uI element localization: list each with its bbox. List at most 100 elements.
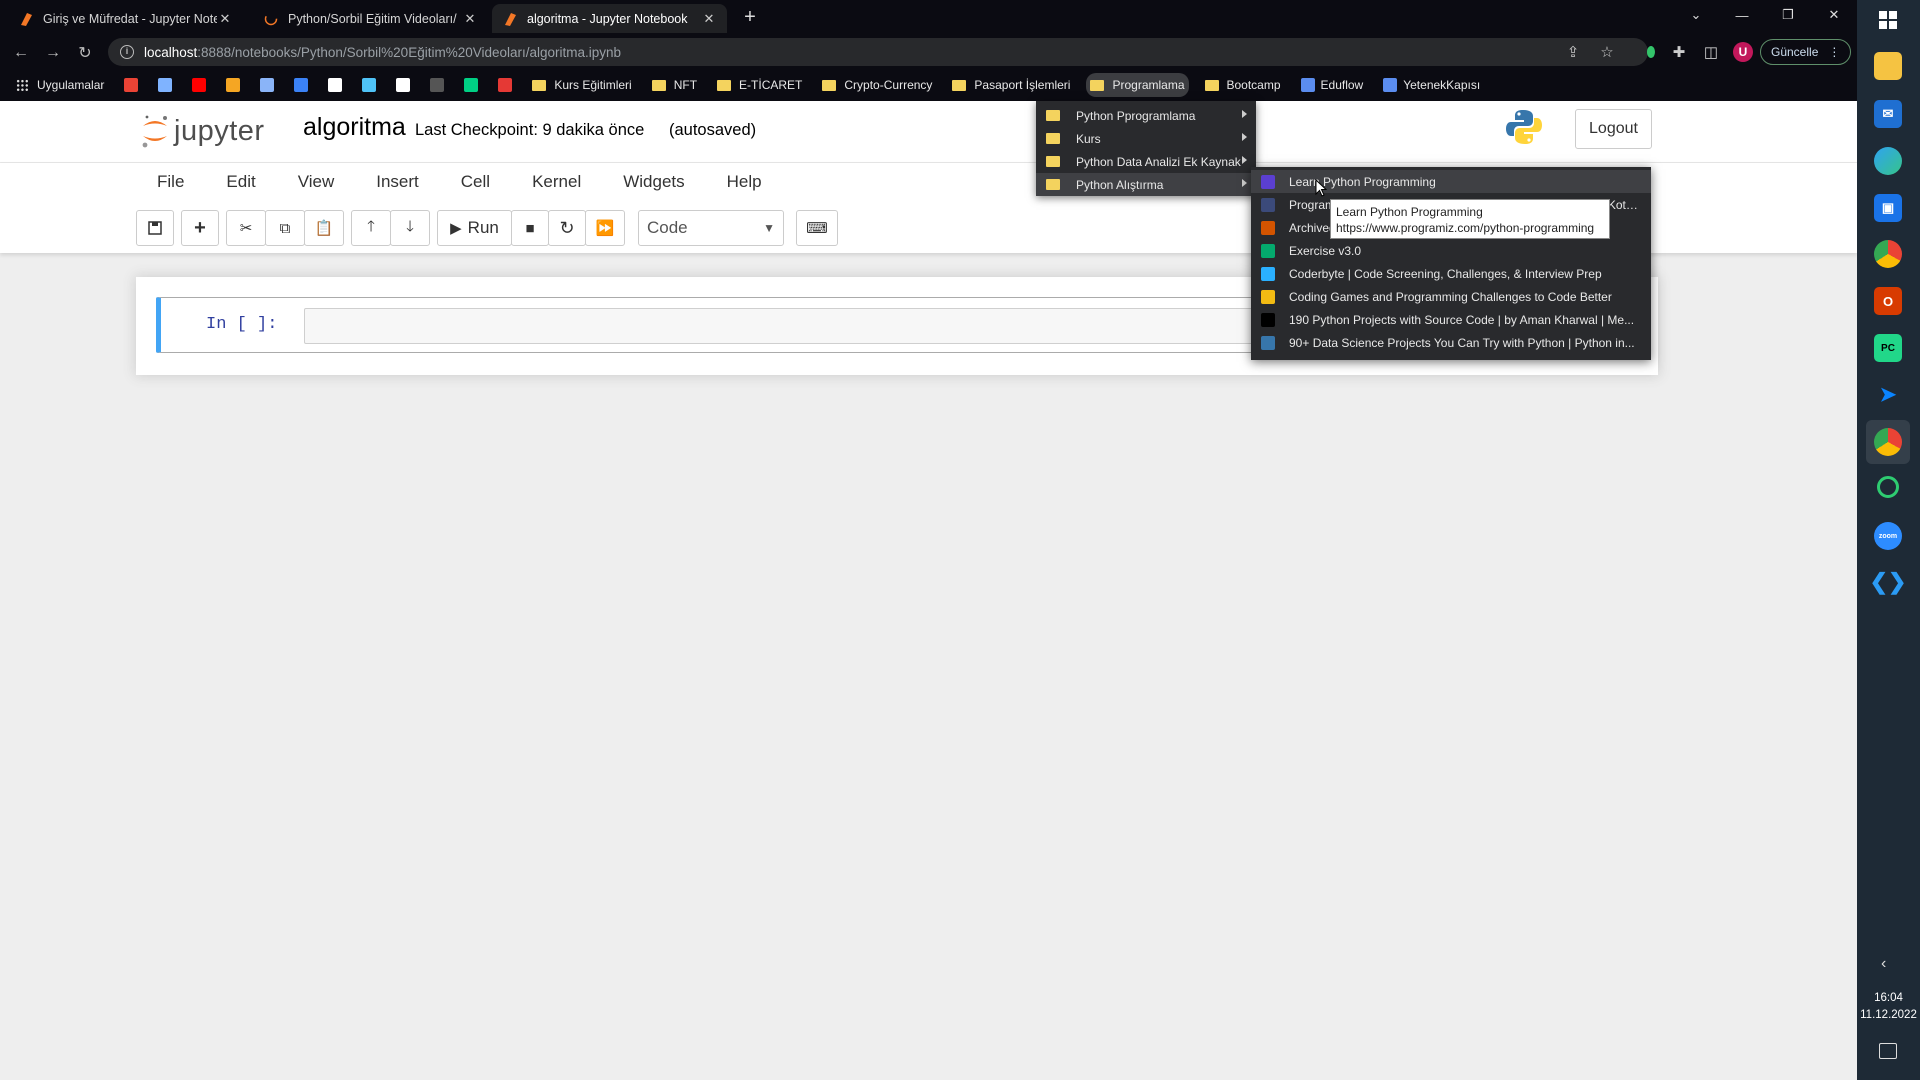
bookmark-menu-item[interactable]: Coderbyte | Code Screening, Challenges, … (1251, 262, 1651, 285)
bookmark-kurs-eğitimleri[interactable]: Kurs Eğitimleri (528, 73, 635, 97)
notification-icon[interactable] (1879, 1043, 1897, 1059)
chrome-icon[interactable] (1874, 240, 1902, 268)
copy-icon[interactable]: ⧉ (265, 210, 305, 246)
tab-algoritma[interactable]: algoritma - Jupyter Notebook ✕ (492, 4, 727, 33)
chevron-left-icon[interactable]: ‹ (1881, 955, 1886, 973)
bookmark-programlama[interactable]: Programlama (1086, 73, 1189, 97)
folder-icon (1046, 133, 1060, 144)
menu-file[interactable]: File (136, 172, 205, 192)
bookmark-site-2[interactable] (154, 73, 176, 97)
bookmark-uygulamalar[interactable]: Uygulamalar (12, 73, 108, 97)
bookmark-site-11[interactable] (460, 73, 482, 97)
reload-icon[interactable]: ↻ (72, 40, 98, 66)
star-icon[interactable]: ☆ (1596, 41, 1618, 63)
tab-giris[interactable]: Giriş ve Müfredat - Jupyter Note ✕ (8, 4, 243, 33)
mail-icon[interactable]: ✉ (1874, 100, 1902, 128)
bookmark-e-ti-caret[interactable]: E-TİCARET (713, 73, 806, 97)
forward-icon[interactable]: → (40, 40, 66, 66)
bookmark-bootcamp[interactable]: Bootcamp (1201, 73, 1285, 97)
menu-kernel[interactable]: Kernel (511, 172, 602, 192)
save-icon[interactable] (136, 210, 174, 246)
bookmark-menu-item[interactable]: Coding Games and Programming Challenges … (1251, 285, 1651, 308)
avatar[interactable]: U (1733, 42, 1753, 62)
folder-menu-item[interactable]: Kurs (1036, 127, 1256, 150)
bookmark-site-7[interactable] (324, 73, 346, 97)
bookmark-site-5[interactable] (256, 73, 278, 97)
zoom-icon[interactable]: zoom (1874, 522, 1902, 550)
bookmark-menu-item[interactable]: 90+ Data Science Projects You Can Try wi… (1251, 331, 1651, 354)
cut-icon[interactable]: ✂ (226, 210, 266, 246)
menu-edit[interactable]: Edit (205, 172, 276, 192)
chrome-active-icon[interactable] (1866, 420, 1910, 464)
folder-menu-item[interactable]: Python Alıştırma (1036, 173, 1256, 196)
menu-help[interactable]: Help (706, 172, 783, 192)
close-icon[interactable]: ✕ (1811, 0, 1857, 30)
bookmark-pasaport-i-şlemleri[interactable]: Pasaport İşlemleri (948, 73, 1074, 97)
menu-widgets[interactable]: Widgets (602, 172, 705, 192)
refresh-app-icon[interactable] (1877, 476, 1899, 498)
extensions-icon[interactable]: ✚ (1668, 41, 1690, 63)
programlama-folder-menu: Python Pprogramlama Kurs Python Data Anali… (1036, 101, 1256, 196)
run-button[interactable]: ▶ Run (437, 210, 512, 246)
share-icon[interactable]: ⇪ (1562, 41, 1584, 63)
bookmark-eduflow[interactable]: Eduflow (1297, 73, 1368, 97)
bookmark-crypto-currency[interactable]: Crypto-Currency (818, 73, 936, 97)
bookmark-menu-item[interactable]: 190 Python Projects with Source Code | b… (1251, 308, 1651, 331)
fast-forward-icon[interactable]: ⏩ (585, 210, 625, 246)
terminal-arrow-icon[interactable]: ➤ (1874, 380, 1902, 408)
menu-insert[interactable]: Insert (355, 172, 440, 192)
menu-cell[interactable]: Cell (440, 172, 511, 192)
bookmark-nft[interactable]: NFT (648, 73, 701, 97)
pycharm-icon[interactable]: PC (1874, 334, 1902, 362)
logout-button[interactable]: Logout (1575, 109, 1652, 149)
bookmark-menu-item[interactable]: Exercise v3.0 (1251, 239, 1651, 262)
bookmark-site-9[interactable] (392, 73, 414, 97)
close-icon[interactable]: ✕ (217, 11, 233, 27)
new-tab-button[interactable]: + (738, 6, 762, 30)
extension-pin-icon[interactable]: ⬮ (1640, 41, 1662, 63)
add-cell-icon[interactable]: + (181, 210, 219, 246)
office-icon[interactable]: O (1874, 287, 1902, 315)
menu-view[interactable]: View (277, 172, 356, 192)
notebook-title[interactable]: algoritma (303, 113, 406, 142)
close-icon[interactable]: ✕ (462, 11, 478, 27)
folder-menu-item[interactable]: Python Pprogramlama (1036, 104, 1256, 127)
bookmark-menu-item[interactable]: Learn Python Programming (1251, 170, 1651, 193)
window-controls: ⌄ — ❐ ✕ (1673, 0, 1857, 30)
file-explorer-icon[interactable] (1874, 52, 1902, 80)
system-clock[interactable]: 16:04 11.12.2022 (1857, 990, 1920, 1024)
address-bar[interactable]: i localhost :8888/notebooks/Python/Sorbi… (108, 38, 1648, 66)
jupyter-logo[interactable]: jupyter (140, 111, 265, 151)
bookmark-site-4[interactable] (222, 73, 244, 97)
restart-icon[interactable]: ↻ (548, 210, 586, 246)
stop-icon[interactable]: ■ (511, 210, 549, 246)
bookmark-label: Pasaport İşlemleri (974, 78, 1071, 92)
side-panel-icon[interactable]: ◫ (1700, 41, 1722, 63)
chevron-down-icon[interactable]: ⌄ (1673, 0, 1719, 30)
vscode-icon[interactable]: ❮❯ (1870, 568, 1907, 596)
bookmark-gmail-1[interactable] (120, 73, 142, 97)
bookmark-site-6[interactable] (290, 73, 312, 97)
bookmark-site-8[interactable] (358, 73, 380, 97)
move-down-icon[interactable]: 🡓 (390, 210, 430, 246)
update-button[interactable]: Güncelle ⋮ (1760, 39, 1852, 65)
close-icon[interactable]: ✕ (701, 11, 717, 27)
paste-icon[interactable]: 📋 (304, 210, 344, 246)
cell-prompt: In [ ]: (206, 315, 278, 334)
keyboard-icon[interactable]: ⌨ (796, 210, 838, 246)
info-icon[interactable]: i (120, 45, 134, 59)
bookmark-site-10[interactable] (426, 73, 448, 97)
edge-icon[interactable] (1874, 147, 1902, 175)
windows-start-icon[interactable] (1874, 6, 1902, 34)
tab-sorbil[interactable]: Python/Sorbil Eğitim Videoları/ ✕ (253, 4, 488, 33)
back-icon[interactable]: ← (8, 40, 34, 66)
restore-icon[interactable]: ❐ (1765, 0, 1811, 30)
store-icon[interactable]: ▣ (1874, 194, 1902, 222)
folder-menu-item[interactable]: Python Data Analizi Ek Kaynak (1036, 150, 1256, 173)
move-up-icon[interactable]: 🡑 (351, 210, 391, 246)
cell-type-select[interactable]: Code ▼ (638, 210, 784, 246)
bookmark-youtube-3[interactable] (188, 73, 210, 97)
bookmark-yetenekkapısı[interactable]: YetenekKapısı (1379, 73, 1484, 97)
minimize-icon[interactable]: — (1719, 0, 1765, 30)
bookmark-site-12[interactable] (494, 73, 516, 97)
